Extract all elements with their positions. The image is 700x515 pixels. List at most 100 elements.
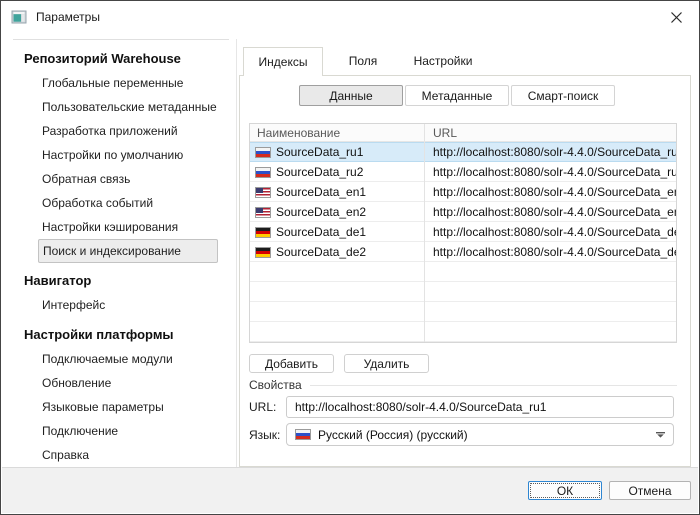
index-name: SourceData_ru1 <box>276 145 363 159</box>
index-name: SourceData_de2 <box>276 245 366 259</box>
name-cell: SourceData_de1 <box>250 222 425 242</box>
sidebar-item[interactable]: Языковые параметры <box>2 395 236 419</box>
name-cell: SourceData_de2 <box>250 242 425 262</box>
properties-group-label: Свойства <box>249 378 302 392</box>
sidebar-item[interactable]: Справка <box>2 443 236 467</box>
tab-strip: ИндексыПоляНастройки <box>243 47 483 76</box>
name-cell: SourceData_en1 <box>250 182 425 202</box>
table-row[interactable]: SourceData_ru1 http://localhost:8080/solr… <box>250 142 676 162</box>
name-cell: SourceData_ru1 <box>250 142 425 162</box>
table-row[interactable]: SourceData_ru2 http://localhost:8080/solr… <box>250 162 676 182</box>
url-cell: http://localhost:8080/solr-4.4.0/SourceD… <box>425 182 676 202</box>
titlebar-separator <box>13 39 229 40</box>
remove-button[interactable]: Удалить <box>344 354 429 373</box>
table-row-empty[interactable] <box>250 302 676 322</box>
sidebar-item[interactable]: Глобальные переменные <box>2 71 236 95</box>
sidebar-item[interactable]: Подключение <box>2 419 236 443</box>
window-title: Параметры <box>36 10 100 24</box>
segment-button-0[interactable]: Данные <box>299 85 403 106</box>
table-row[interactable]: SourceData_en1 http://localhost:8080/solr… <box>250 182 676 202</box>
indexes-panel: ДанныеМетаданныеСмарт-поиск Наименование… <box>239 75 691 467</box>
segment-strip: ДанныеМетаданныеСмарт-поиск <box>299 85 615 106</box>
language-selected-value: Русский (Россия) (русский) <box>318 428 468 442</box>
language-select[interactable]: Русский (Россия) (русский) <box>286 423 674 446</box>
sidebar-item[interactable]: Обновление <box>2 371 236 395</box>
table-row[interactable]: SourceData_de1 http://localhost:8080/solr… <box>250 222 676 242</box>
add-button[interactable]: Добавить <box>249 354 334 373</box>
close-icon <box>671 12 682 23</box>
sidebar-item[interactable]: Разработка приложений <box>2 119 236 143</box>
url-field-row: URL: <box>249 396 674 418</box>
table-row-empty[interactable] <box>250 282 676 302</box>
sidebar-section-label-2: Настройки платформы <box>2 321 236 347</box>
url-cell: http://localhost:8080/solr-4.4.0/SourceD… <box>425 242 676 262</box>
url-cell: http://localhost:8080/solr-4.4.0/SourceD… <box>425 202 676 222</box>
table-actions: Добавить Удалить <box>249 354 429 373</box>
sidebar-item[interactable]: Настройки кэширования <box>2 215 236 239</box>
language-field-row: Язык: Русский (Россия) (русский) <box>249 423 674 446</box>
name-cell <box>250 282 425 302</box>
flag-de-icon <box>255 227 271 238</box>
url-field-label: URL: <box>249 400 286 414</box>
sidebar-item[interactable]: Пользовательские метаданные <box>2 95 236 119</box>
sidebar-separator <box>236 39 237 468</box>
name-cell <box>250 302 425 322</box>
tab-0[interactable]: Индексы <box>243 47 323 76</box>
language-field-label: Язык: <box>249 428 286 442</box>
tab-1[interactable]: Поля <box>323 47 403 75</box>
app-icon <box>11 9 27 25</box>
url-cell <box>425 302 676 322</box>
properties-group: Свойства <box>249 378 677 392</box>
index-name: SourceData_en1 <box>276 185 366 199</box>
flag-us-icon <box>255 207 271 218</box>
ok-button[interactable]: ОК <box>528 481 602 500</box>
sidebar-item[interactable]: Настройки по умолчанию <box>2 143 236 167</box>
flag-de-icon <box>255 247 271 258</box>
url-cell: http://localhost:8080/solr-4.4.0/SourceD… <box>425 222 676 242</box>
sidebar-tree: Репозиторий WarehouseГлобальные переменн… <box>2 45 236 467</box>
segment-button-2[interactable]: Смарт-поиск <box>511 85 615 106</box>
sidebar-item[interactable]: Обработка событий <box>2 191 236 215</box>
table-row[interactable]: SourceData_de2 http://localhost:8080/solr… <box>250 242 676 262</box>
name-cell: SourceData_en2 <box>250 202 425 222</box>
url-cell: http://localhost:8080/solr-4.4.0/SourceD… <box>425 162 676 182</box>
sidebar-section-label-1: Навигатор <box>2 267 236 293</box>
chevron-down-icon <box>656 432 665 438</box>
table-row-empty[interactable] <box>250 262 676 282</box>
flag-ru-icon <box>255 167 271 178</box>
url-cell <box>425 262 676 282</box>
index-name: SourceData_en2 <box>276 205 366 219</box>
column-header-name: Наименование <box>250 124 425 141</box>
column-header-url: URL <box>425 124 676 141</box>
url-cell <box>425 282 676 302</box>
url-input[interactable] <box>286 396 674 418</box>
title-bar: Параметры <box>1 1 699 33</box>
name-cell: SourceData_ru2 <box>250 162 425 182</box>
cancel-button[interactable]: Отмена <box>609 481 691 500</box>
index-table: Наименование URL SourceData_ru1 http://lo… <box>249 123 677 343</box>
sidebar-item[interactable]: Интерфейс <box>2 293 236 317</box>
sidebar-item[interactable]: Подключаемые модули <box>2 347 236 371</box>
name-cell <box>250 322 425 342</box>
sidebar-item[interactable]: Поиск и индексирование <box>38 239 218 263</box>
url-cell: http://localhost:8080/solr-4.4.0/SourceD… <box>425 142 676 162</box>
table-row-empty[interactable] <box>250 322 676 342</box>
table-row[interactable]: SourceData_en2 http://localhost:8080/solr… <box>250 202 676 222</box>
name-cell <box>250 262 425 282</box>
flag-ru-icon <box>255 147 271 158</box>
flag-us-icon <box>255 187 271 198</box>
index-name: SourceData_de1 <box>276 225 366 239</box>
index-table-body: SourceData_ru1 http://localhost:8080/solr… <box>250 142 676 342</box>
url-cell <box>425 322 676 342</box>
dialog-footer: ОК Отмена <box>2 467 698 513</box>
index-name: SourceData_ru2 <box>276 165 363 179</box>
sidebar-section-label-0: Репозиторий Warehouse <box>2 45 236 71</box>
properties-group-line <box>310 385 677 386</box>
sidebar-item[interactable]: Обратная связь <box>2 167 236 191</box>
parameters-dialog: Параметры Репозиторий WarehouseГлобальны… <box>0 0 700 515</box>
tab-2[interactable]: Настройки <box>403 47 483 75</box>
table-header: Наименование URL <box>250 124 676 142</box>
flag-ru-icon <box>295 429 311 440</box>
segment-button-1[interactable]: Метаданные <box>405 85 509 106</box>
close-button[interactable] <box>663 6 689 28</box>
